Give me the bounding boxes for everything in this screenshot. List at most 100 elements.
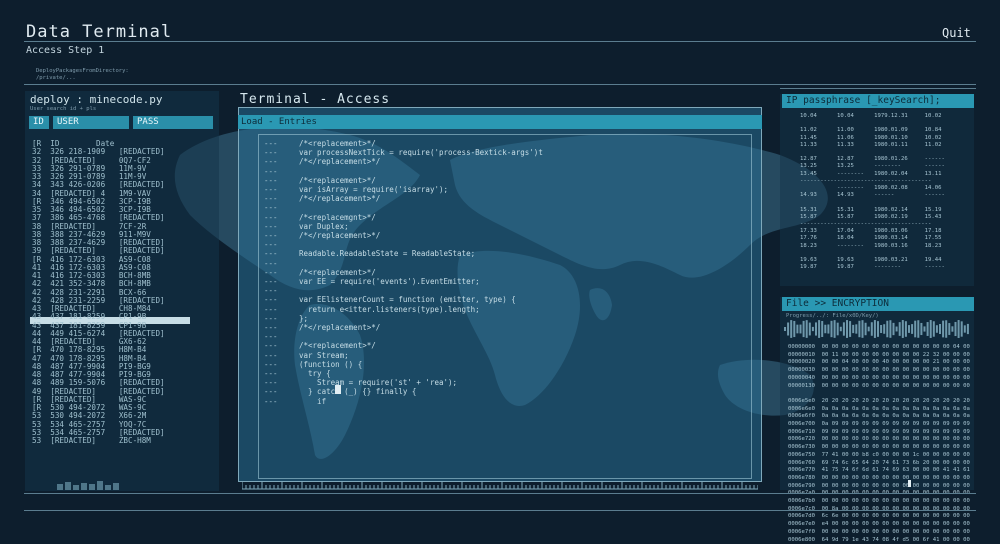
- ip-table: 10.04 10.04 1979.12.31 10.02 11.02 11.00…: [800, 113, 945, 271]
- wave-bar: [873, 320, 876, 338]
- gutter-mark: ---: [264, 267, 278, 277]
- hex-row: 00000020 00 00 04 00 00 00 40 00 00 00 0…: [788, 359, 970, 366]
- ip-row: 15.31 15.31 1980.02.14 15.19: [800, 206, 942, 213]
- code-line: var Stream;: [299, 350, 349, 360]
- footer-divider: [24, 493, 976, 494]
- load-entries-bar[interactable]: Load - Entries: [238, 115, 762, 129]
- wave-bar: [889, 320, 892, 338]
- hex-cursor: [908, 480, 911, 487]
- column-header-user[interactable]: USER: [53, 116, 129, 129]
- code-line: if: [299, 396, 327, 406]
- hex-dump: 00000000 00 00 00 00 00 00 00 00 00 00 0…: [788, 344, 970, 544]
- hex-row: 0006e7f0 00 00 00 00 00 00 00 00 00 00 0…: [788, 528, 970, 535]
- audio-waveform: [784, 320, 969, 338]
- hex-row: [788, 390, 970, 398]
- wave-bar: [929, 320, 932, 338]
- gutter-mark: ---: [264, 286, 278, 296]
- gutter-mark: ---: [264, 203, 278, 213]
- code-line: (function () {: [299, 359, 363, 369]
- code-gutter: --- --- --- --- --- --- --- --- --- --- --- --- --- -…: [264, 139, 278, 406]
- ip-row: 17.33 17.04 1980.03.06 17.18: [800, 228, 942, 235]
- wave-bar: [898, 322, 901, 336]
- wave-bar: [799, 324, 802, 334]
- gutter-mark: ---: [264, 341, 278, 351]
- gutter-mark: ---: [264, 387, 278, 397]
- wave-bar: [945, 320, 948, 338]
- gutter-mark: ---: [264, 194, 278, 204]
- wave-bar: [948, 323, 951, 335]
- left-panel-title: deploy : minecode.py: [30, 93, 163, 106]
- wave-bar: [904, 321, 907, 337]
- wave-bar: [839, 326, 842, 332]
- column-header-pass[interactable]: PASS: [133, 116, 213, 129]
- ip-row: 18.23 -------- 1980.03.16 18.23: [800, 242, 942, 249]
- code-line: return e<itter.listeners(type).length;: [299, 304, 480, 314]
- code-line: /*</replacement>*/: [299, 194, 381, 204]
- code-line: var EE = require('events').EventEmitter;: [299, 277, 480, 287]
- app-title: Data Terminal: [26, 22, 173, 42]
- ip-passphrase-header[interactable]: IP passphrase [_keySearch];: [782, 94, 974, 108]
- timeline-ruler: [242, 482, 758, 490]
- terminal-title: Terminal - Access: [240, 92, 391, 107]
- code-line: /*<replacement>*/: [299, 139, 376, 148]
- wave-bar: [805, 320, 808, 338]
- wave-bar: [935, 325, 938, 333]
- gutter-mark: ---: [264, 359, 278, 369]
- hex-row: 0006e800 64 9d 79 1e 43 74 08 4f d5 00 6…: [788, 536, 970, 543]
- header-divider-2: [24, 84, 976, 85]
- wave-bar: [886, 320, 889, 338]
- ip-row: 17.76 18.04 1980.03.14 17.55: [800, 235, 942, 242]
- wave-bar: [942, 320, 945, 338]
- gutter-mark: ---: [264, 249, 278, 259]
- deploy-note: DeployPackagesFromDirectory: /private/..…: [36, 68, 129, 81]
- left-panel-subtitle: User search id + pls: [30, 106, 97, 112]
- gutter-mark: ---: [264, 148, 278, 158]
- wave-bar: [858, 320, 861, 338]
- hex-row: 00000040 00 00 00 00 00 00 00 00 00 00 0…: [788, 374, 970, 381]
- code-line: var Duplex;: [299, 221, 349, 231]
- wave-bar: [796, 324, 799, 334]
- gutter-mark: ---: [264, 396, 278, 406]
- wave-bar: [895, 326, 898, 332]
- gutter-mark: ---: [264, 157, 278, 167]
- hex-row: 00000130 00 00 00 00 00 00 00 00 00 00 0…: [788, 382, 970, 389]
- ip-row: ---------------------------------------: [800, 177, 932, 184]
- gutter-mark: ---: [264, 277, 278, 287]
- table-row: 53 [REDACTED] ZBC-H8M: [32, 436, 151, 445]
- right-divider: [780, 88, 976, 89]
- hex-row: 0006e6f0 0a 0a 0a 0a 0a 0a 0a 0a 0a 0a 0…: [788, 413, 970, 420]
- ip-row: 11.02 11.00 1980.01.09 10.84: [800, 127, 942, 134]
- hex-row: 0006e720 00 00 00 00 00 00 00 00 00 00 0…: [788, 436, 970, 443]
- encryption-header[interactable]: File >> ENCRYPTION: [782, 297, 974, 311]
- header-divider: [24, 41, 976, 42]
- code-text[interactable]: /*<replacement>*/var processNextTick = r…: [299, 139, 543, 406]
- user-table: [R ID Date 32 326 218-1909 [REDACTED] 32 […: [32, 139, 165, 445]
- hex-row: 0006e7d0 6c 6e 00 00 00 00 00 00 00 00 0…: [788, 513, 970, 520]
- hex-row: 0006e760 69 74 6c 65 64 20 74 61 73 6b 2…: [788, 459, 970, 466]
- ip-row: 11.45 11.06 1980.01.10 10.02: [800, 134, 942, 141]
- ip-row: [800, 149, 945, 156]
- gutter-mark: ---: [264, 221, 278, 231]
- wave-bar: [808, 322, 811, 336]
- wave-bar: [846, 320, 848, 338]
- wave-bar: [957, 320, 960, 338]
- hex-row: 00000030 00 00 00 00 00 00 00 00 00 00 0…: [788, 367, 970, 374]
- code-line: };: [299, 313, 309, 323]
- column-header-id[interactable]: ID: [29, 116, 49, 129]
- gutter-mark: ---: [264, 212, 278, 222]
- wave-bar: [870, 322, 873, 336]
- wave-bar: [861, 320, 864, 338]
- code-line: Readable.ReadableState = ReadableState;: [299, 249, 476, 259]
- code-line: /*<replacement>*/: [299, 341, 376, 351]
- gutter-mark: ---: [264, 231, 278, 241]
- wave-bar: [963, 325, 966, 333]
- quit-button[interactable]: Quit: [942, 26, 971, 40]
- hex-row: 0006e5e0 20 20 20 20 20 20 20 20 20 20 2…: [788, 397, 970, 404]
- wave-bar: [815, 322, 817, 336]
- wave-bar: [911, 324, 914, 334]
- ip-row: 19.63 19.63 1980.03.21 19.44: [800, 257, 942, 264]
